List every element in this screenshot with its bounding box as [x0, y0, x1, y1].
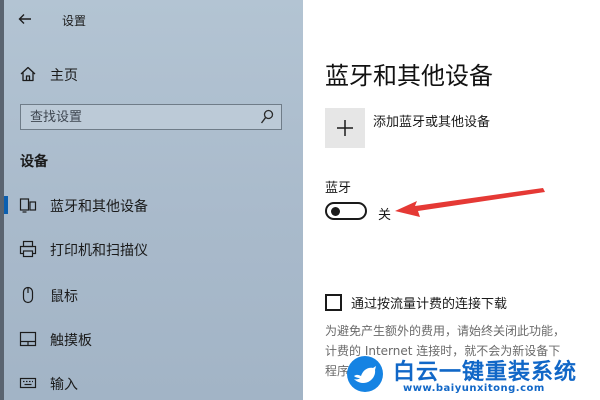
metered-description-line: 为避免产生额外的费用，请始终关闭此功能，	[325, 324, 566, 338]
nav-home[interactable]: 主页	[0, 58, 303, 90]
sidebar-item-label: 蓝牙和其他设备	[50, 199, 148, 215]
add-device-label[interactable]: 添加蓝牙或其他设备	[373, 111, 490, 130]
section-title-devices: 设备	[20, 154, 48, 170]
toggle-knob	[331, 207, 340, 216]
metered-description: 为避免产生额外的费用，请始终关闭此功能， 计费的 Internet 连接时，就不…	[325, 321, 600, 381]
touchpad-icon	[19, 331, 37, 347]
selected-indicator	[4, 196, 8, 214]
home-icon	[20, 66, 36, 82]
back-button[interactable]	[14, 8, 36, 30]
metered-download-checkbox[interactable]	[325, 294, 342, 311]
nav-home-label: 主页	[50, 68, 78, 84]
plus-icon	[337, 120, 353, 136]
sidebar-item-label: 输入	[50, 377, 78, 393]
bluetooth-label: 蓝牙	[325, 181, 352, 196]
sidebar: 设置 主页 设备 蓝牙和其他设备 打印机和扫描仪	[0, 0, 303, 400]
printer-icon	[19, 240, 37, 258]
search-icon[interactable]	[260, 109, 274, 125]
sidebar-item-mouse[interactable]: 鼠标	[0, 278, 303, 312]
search-input[interactable]	[21, 105, 253, 129]
sidebar-item-label: 鼠标	[50, 289, 78, 305]
main-panel: 蓝牙和其他设备 添加蓝牙或其他设备 蓝牙 关 通过按流量计费的连接下载 为避免产…	[303, 0, 600, 400]
bluetooth-state-text: 关	[378, 208, 392, 223]
sidebar-item-bluetooth[interactable]: 蓝牙和其他设备	[0, 188, 303, 222]
add-device-button[interactable]	[325, 108, 365, 148]
sidebar-item-input[interactable]: 输入	[0, 366, 303, 400]
red-arrow-annotation	[395, 188, 545, 217]
keyboard-icon	[19, 377, 37, 389]
title-bar: 设置	[0, 0, 303, 38]
window-left-edge	[0, 0, 4, 400]
bluetooth-devices-icon	[19, 198, 37, 213]
bluetooth-toggle[interactable]	[325, 202, 367, 220]
metered-description-line: 程序	[325, 364, 350, 378]
mouse-icon	[22, 286, 34, 304]
metered-description-line: 计费的 Internet 连接时，就不会为新设备下	[325, 344, 561, 358]
back-arrow-icon	[18, 14, 31, 24]
sidebar-item-label: 触摸板	[50, 333, 92, 349]
page-title: 蓝牙和其他设备	[325, 62, 493, 90]
window-title: 设置	[62, 14, 87, 28]
search-box	[20, 104, 282, 130]
metered-download-label[interactable]: 通过按流量计费的连接下载	[351, 293, 507, 312]
sidebar-item-printers[interactable]: 打印机和扫描仪	[0, 232, 303, 266]
sidebar-item-label: 打印机和扫描仪	[50, 243, 148, 259]
sidebar-item-touchpad[interactable]: 触摸板	[0, 322, 303, 356]
